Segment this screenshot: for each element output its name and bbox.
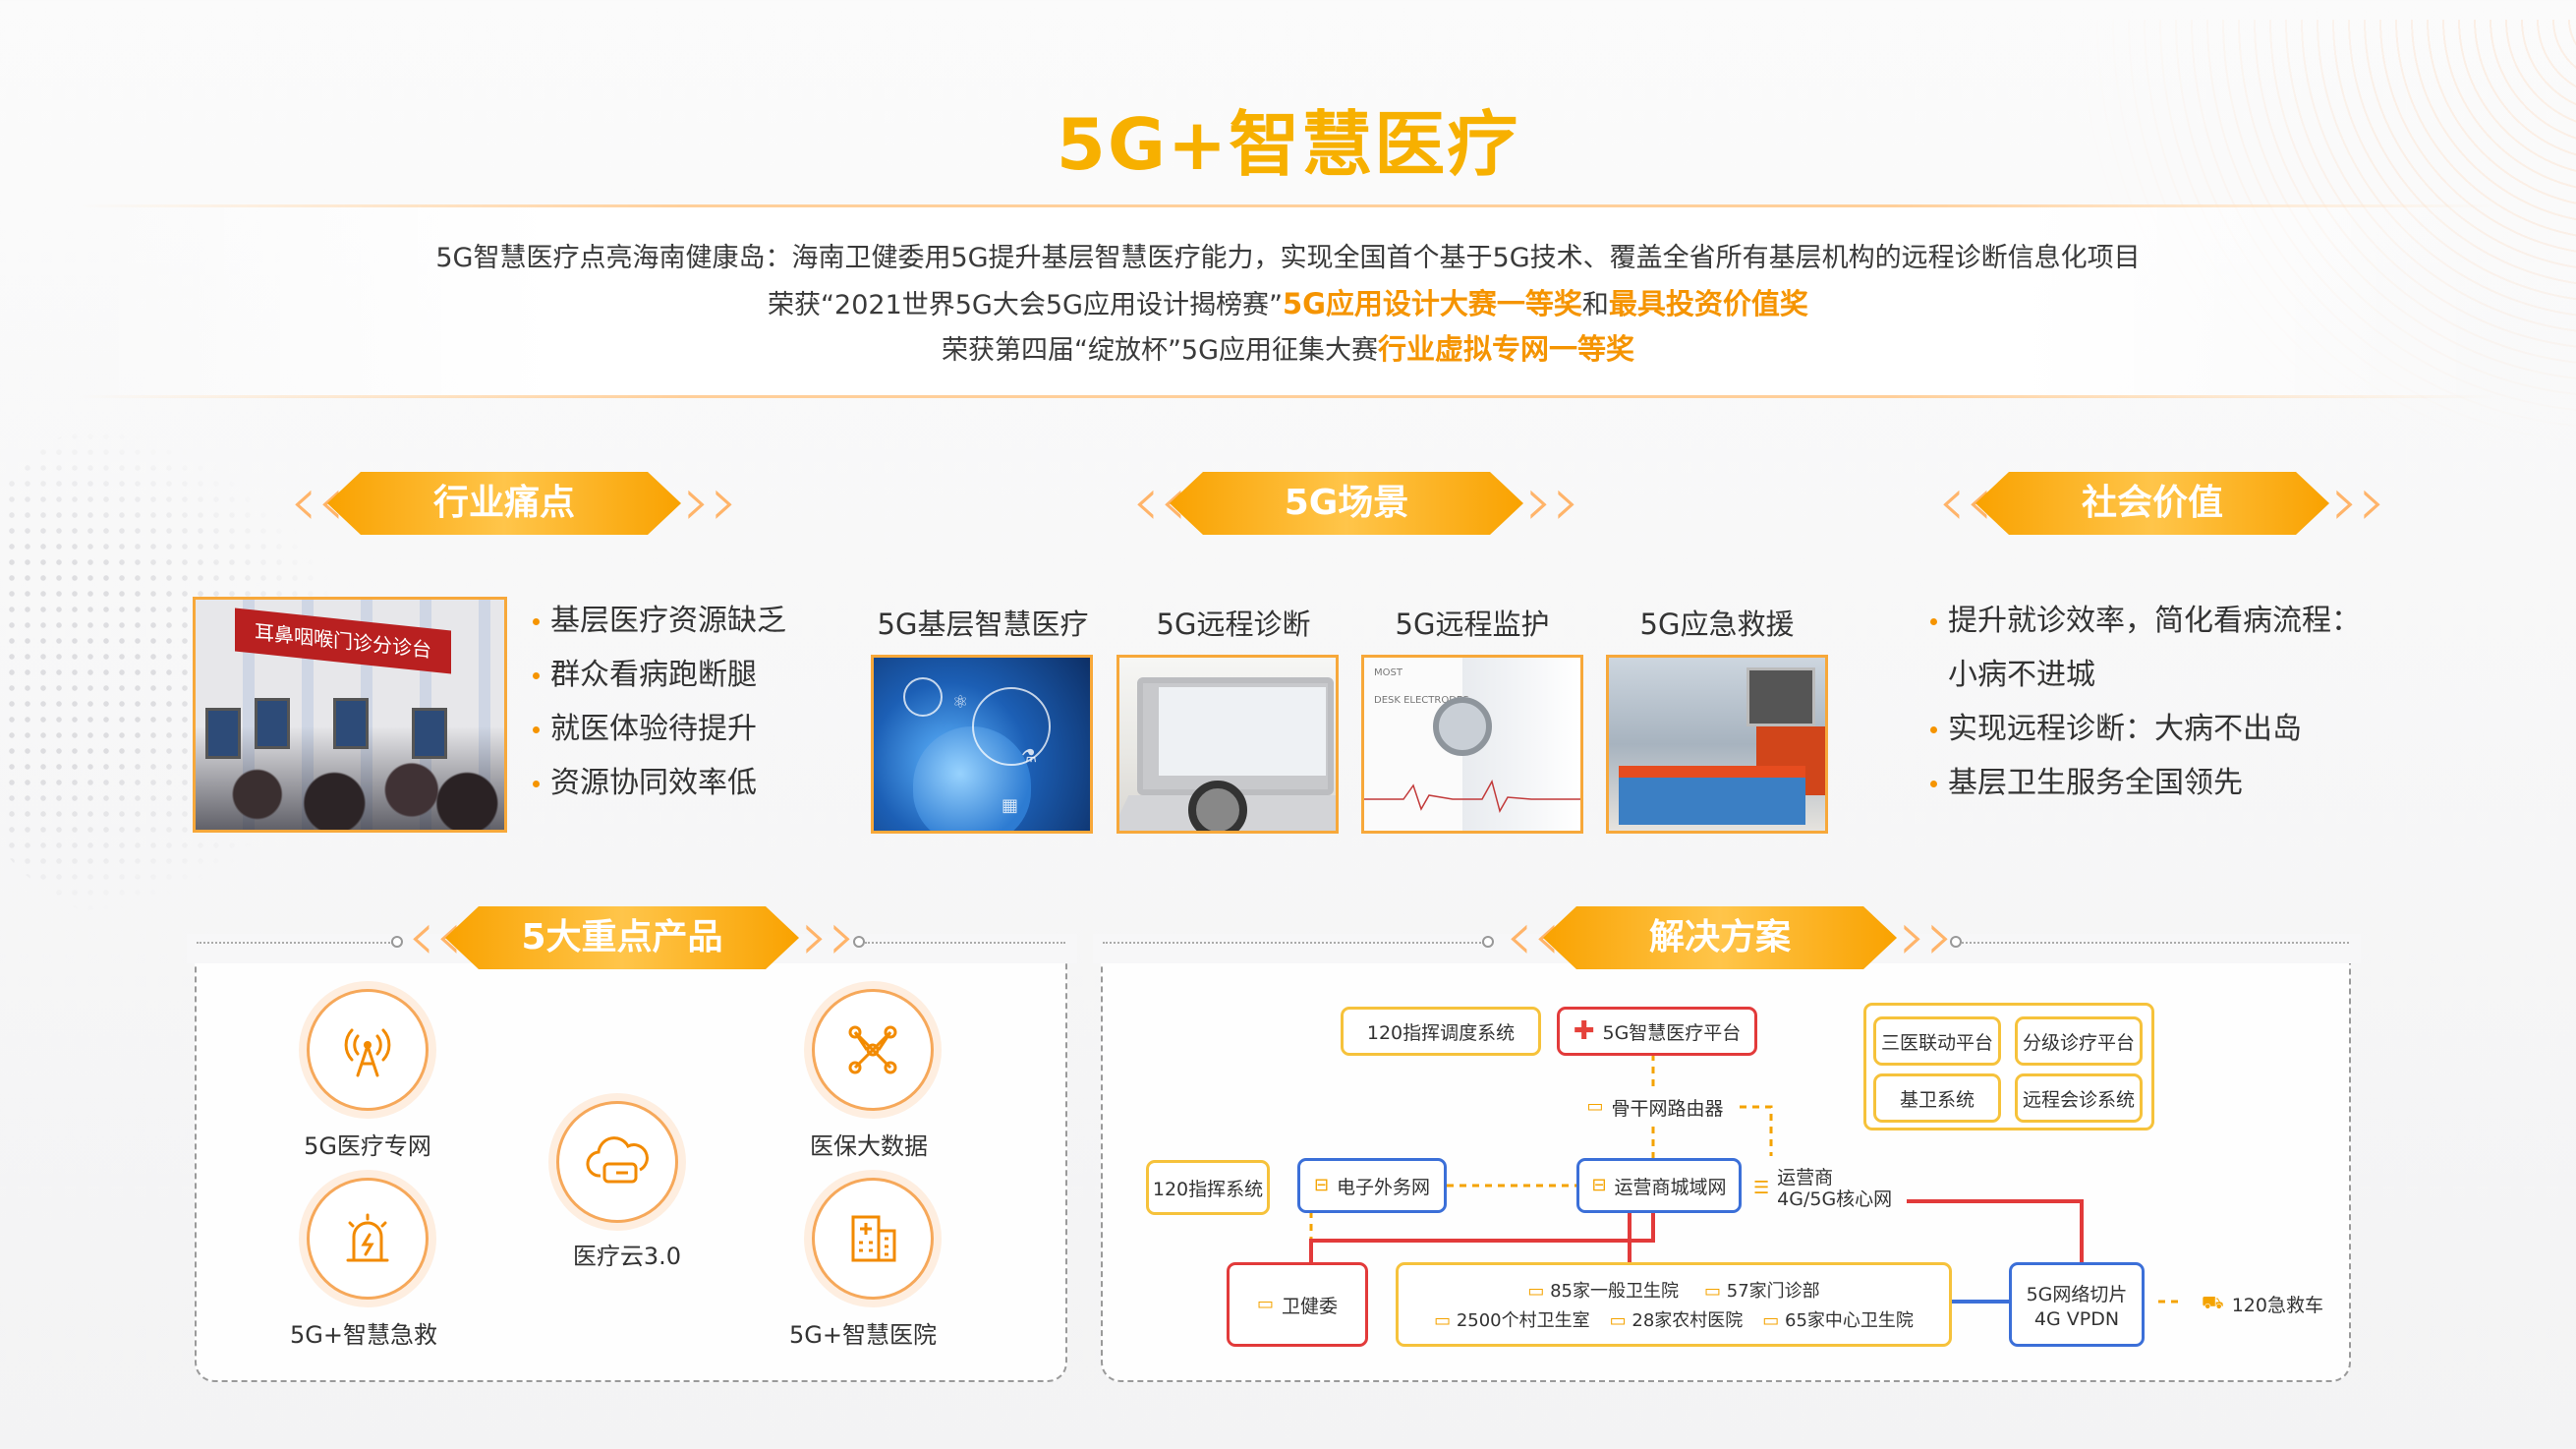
hospital-item: ▭ 28家农村医院	[1609, 1310, 1744, 1331]
server-icon: ⊟	[1591, 1175, 1607, 1195]
node-label: 4G/5G核心网	[1777, 1188, 1893, 1210]
ambulance-icon: ⛟	[2202, 1293, 2224, 1313]
node-label: 骨干网路由器	[1611, 1097, 1724, 1120]
solution-connectors	[1309, 1054, 2182, 1304]
cross-icon: ✚	[1573, 1016, 1595, 1046]
node-jiwei-system[interactable]: 基卫系统	[1873, 1073, 2001, 1123]
node-label: 5G网络切片	[2026, 1283, 2128, 1305]
hospital-item: ▭ 2500个村卫生室	[1434, 1310, 1590, 1331]
node-label: 4G VPDN	[2033, 1307, 2120, 1330]
node-label: 120指挥调度系统	[1366, 1021, 1516, 1044]
node-hospital-group[interactable]: ▭ 85家一般卫生院 ▭ 57家门诊部 ▭ 2500个村卫生室 ▭ 28家农村医…	[1396, 1262, 1952, 1347]
connector-core-slice	[1907, 1199, 2084, 1262]
node-label: 运营商	[1777, 1167, 1834, 1188]
router-icon: ▭	[1704, 1281, 1722, 1302]
node-label-group: 运营商 4G/5G核心网	[1777, 1167, 1892, 1210]
hospital-row: ▭ 2500个村卫生室 ▭ 28家农村医院 ▭ 65家中心卫生院	[1434, 1306, 1914, 1332]
node-label: 运营商城域网	[1614, 1176, 1727, 1198]
node-fenji-platform[interactable]: 分级诊疗平台	[2015, 1016, 2143, 1066]
node-label: 卫健委	[1282, 1295, 1339, 1317]
node-health-commission[interactable]: ▭ 卫健委	[1227, 1262, 1368, 1347]
node-label: 5G智慧医疗平台	[1602, 1021, 1742, 1044]
node-label: 三医联动平台	[1880, 1031, 1993, 1054]
hospital-item: ▭ 85家一般卫生院	[1527, 1281, 1679, 1302]
node-backbone-router[interactable]: ▭ 骨干网路由器	[1569, 1089, 1742, 1125]
connector-metro-health	[1309, 1213, 1631, 1262]
node-label: 120急救车	[2231, 1294, 2323, 1316]
node-external-network[interactable]: ⊟ 电子外务网	[1297, 1158, 1447, 1213]
node-network-slice[interactable]: 5G网络切片 4G VPDN	[2009, 1262, 2145, 1347]
node-label: 基卫系统	[1899, 1088, 1975, 1111]
connector-router-core	[1740, 1105, 1773, 1156]
router-icon: ▭	[1256, 1294, 1274, 1314]
node-metro-network[interactable]: ⊟ 运营商城域网	[1576, 1158, 1742, 1213]
node-ambulance[interactable]: ⛟ 120急救车	[2184, 1284, 2341, 1323]
node-label: 电子外务网	[1337, 1176, 1431, 1198]
node-command-system[interactable]: 120指挥系统	[1146, 1160, 1270, 1215]
router-icon: ▭	[1586, 1096, 1604, 1117]
node-consult-system[interactable]: 远程会诊系统	[2015, 1073, 2143, 1123]
node-label: 120指挥系统	[1152, 1178, 1264, 1200]
node-label: 分级诊疗平台	[2022, 1031, 2135, 1054]
core-network-icon: ☰	[1753, 1178, 1770, 1198]
hospital-item: ▭ 57家门诊部	[1704, 1281, 1820, 1302]
node-dispatch-system[interactable]: 120指挥调度系统	[1341, 1007, 1541, 1056]
node-core-network[interactable]: ☰ 运营商 4G/5G核心网	[1753, 1164, 1911, 1213]
node-medical-platform[interactable]: ✚ 5G智慧医疗平台	[1557, 1007, 1757, 1056]
node-label: 远程会诊系统	[2022, 1088, 2135, 1111]
server-icon: ⊟	[1313, 1175, 1330, 1195]
router-icon: ▭	[1762, 1310, 1780, 1331]
hospital-item: ▭ 65家中心卫生院	[1762, 1310, 1914, 1331]
router-icon: ▭	[1609, 1310, 1627, 1331]
hospital-row: ▭ 85家一般卫生院 ▭ 57家门诊部	[1527, 1277, 1819, 1303]
connector-metro-branch	[1630, 1213, 1655, 1243]
node-sanyi-platform[interactable]: 三医联动平台	[1873, 1016, 2001, 1066]
router-icon: ▭	[1434, 1310, 1452, 1331]
router-icon: ▭	[1527, 1281, 1545, 1302]
